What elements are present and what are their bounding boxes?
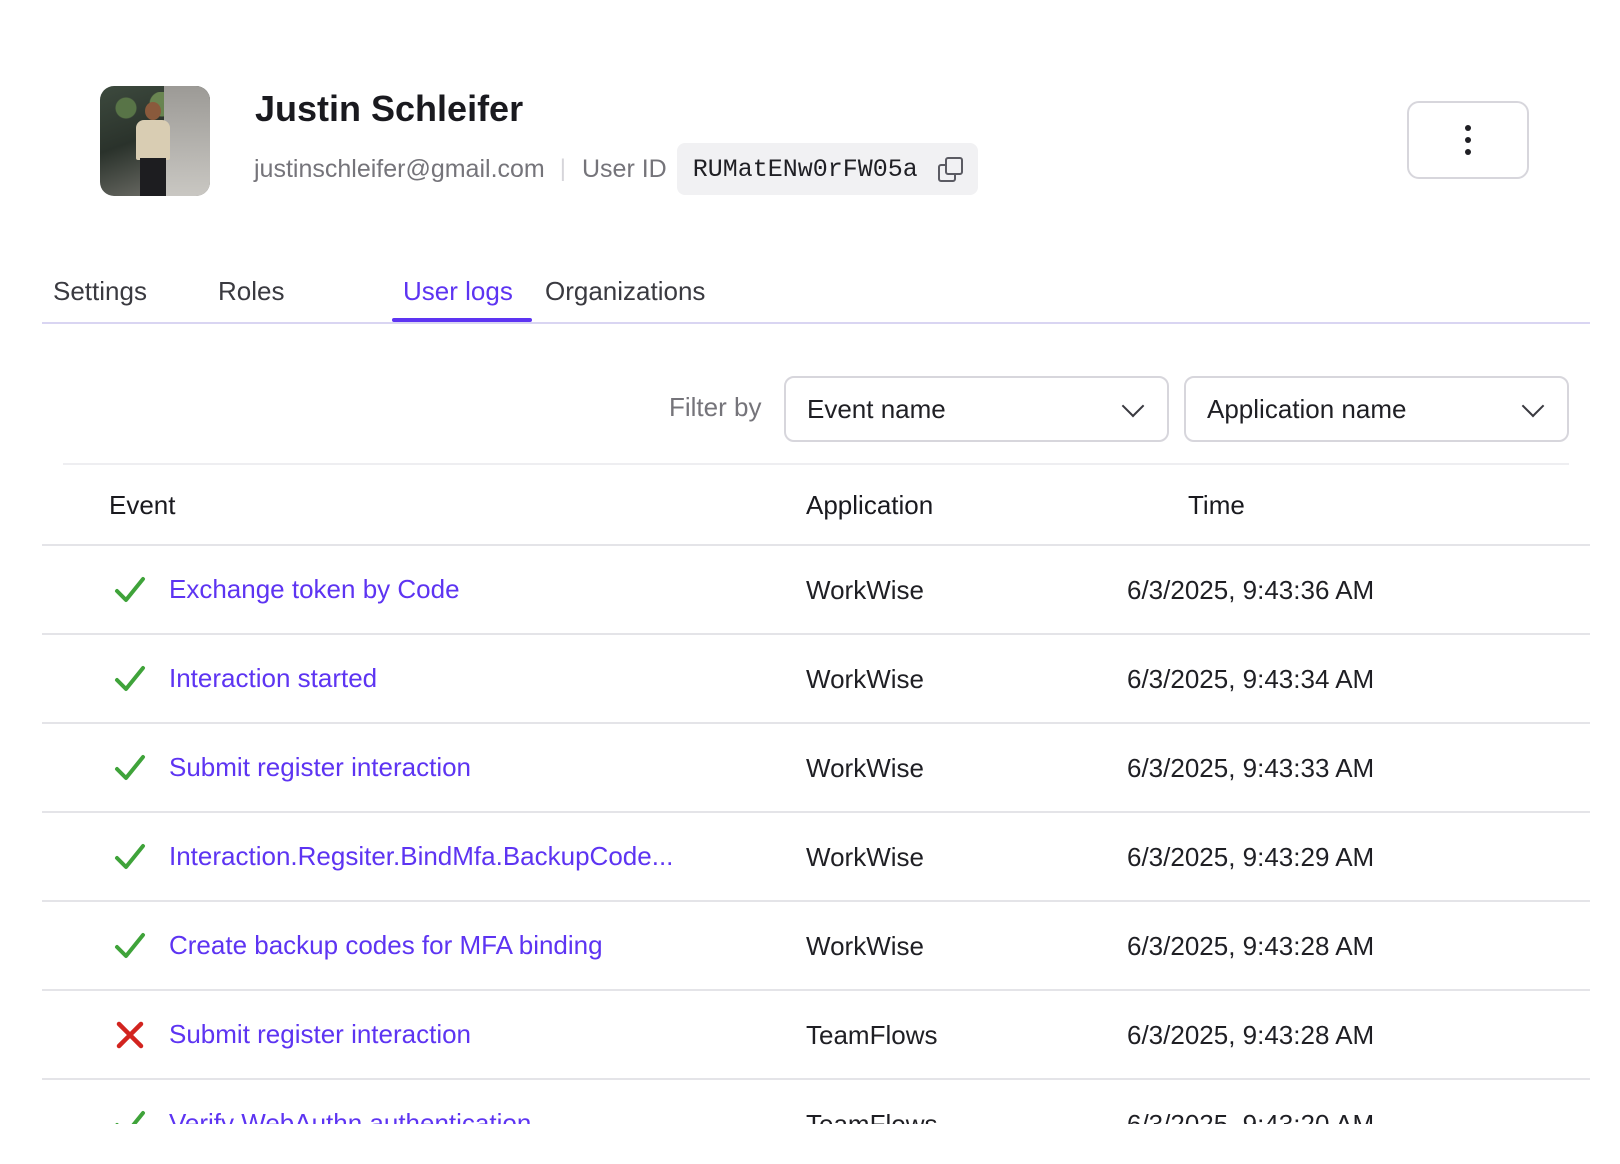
cross-icon: [116, 1021, 144, 1049]
filter-divider: [63, 463, 1569, 465]
avatar-wall: [164, 86, 210, 196]
tab-organizations[interactable]: Organizations: [545, 276, 705, 307]
column-header-application: Application: [806, 490, 934, 520]
table-row[interactable]: Verify WebAuthn authentication TeamFlows…: [42, 1078, 1590, 1124]
user-email: justinschleifer@gmail.com: [254, 154, 545, 183]
event-link[interactable]: Verify WebAuthn authentication: [169, 1108, 531, 1124]
tab-roles[interactable]: Roles: [218, 276, 284, 307]
application-cell: WorkWise: [806, 575, 924, 605]
check-icon: [115, 1111, 145, 1124]
filter-label: Filter by: [669, 392, 762, 422]
time-cell: 6/3/2025, 9:43:34 AM: [1127, 664, 1375, 694]
meta-separator: |: [559, 155, 566, 182]
copy-icon[interactable]: [937, 157, 963, 182]
avatar: [100, 86, 210, 196]
application-cell: WorkWise: [806, 931, 924, 961]
application-cell: WorkWise: [806, 753, 924, 783]
event-link[interactable]: Submit register interaction: [169, 752, 471, 783]
time-cell: 6/3/2025, 9:43:36 AM: [1127, 575, 1375, 605]
event-link[interactable]: Create backup codes for MFA binding: [169, 930, 603, 961]
avatar-figure-head: [145, 102, 161, 120]
application-name-select-value: Application name: [1207, 393, 1407, 424]
application-cell: TeamFlows: [806, 1109, 938, 1124]
time-cell: 6/3/2025, 9:43:29 AM: [1127, 842, 1375, 872]
more-vertical-icon: [1465, 125, 1471, 155]
time-cell: 6/3/2025, 9:43:28 AM: [1127, 1020, 1375, 1050]
tab-settings[interactable]: Settings: [53, 276, 147, 307]
check-icon: [115, 933, 145, 958]
application-cell: TeamFlows: [806, 1020, 938, 1050]
event-link[interactable]: Submit register interaction: [169, 1019, 471, 1050]
application-cell: WorkWise: [806, 664, 924, 694]
chevron-down-icon: [1521, 394, 1545, 418]
event-name-select-value: Event name: [807, 393, 946, 424]
user-id-value: RUMatENw0rFW05a: [692, 154, 918, 184]
table-row[interactable]: Interaction started WorkWise 6/3/2025, 9…: [42, 633, 1590, 724]
column-header-event: Event: [109, 490, 176, 520]
event-link[interactable]: Interaction started: [169, 663, 377, 694]
table-row[interactable]: Create backup codes for MFA binding Work…: [42, 900, 1590, 991]
time-cell: 6/3/2025, 9:43:33 AM: [1127, 753, 1375, 783]
logs-table: Exchange token by Code WorkWise 6/3/2025…: [42, 544, 1590, 1124]
user-name: Justin Schleifer: [255, 88, 524, 129]
application-cell: WorkWise: [806, 842, 924, 872]
application-name-select[interactable]: Application name: [1184, 376, 1569, 442]
check-icon: [115, 755, 145, 780]
table-row[interactable]: Submit register interaction TeamFlows 6/…: [42, 989, 1590, 1080]
avatar-figure-legs: [140, 158, 166, 196]
user-meta: justinschleifer@gmail.com | User ID RUMa…: [254, 142, 978, 196]
active-tab-indicator: [392, 318, 532, 322]
chevron-down-icon: [1121, 394, 1145, 418]
event-name-select[interactable]: Event name: [784, 376, 1169, 442]
time-cell: 6/3/2025, 9:43:28 AM: [1127, 931, 1375, 961]
avatar-figure-body: [136, 120, 170, 160]
column-header-time: Time: [1188, 490, 1245, 520]
user-id-chip: RUMatENw0rFW05a: [676, 143, 978, 195]
table-row[interactable]: Interaction.Regsiter.BindMfa.BackupCode.…: [42, 811, 1590, 902]
event-link[interactable]: Exchange token by Code: [169, 574, 460, 605]
time-cell: 6/3/2025, 9:43:20 AM: [1127, 1109, 1375, 1124]
user-id-label: User ID: [581, 154, 667, 183]
check-icon: [115, 577, 145, 602]
more-options-button[interactable]: [1407, 101, 1529, 179]
table-row[interactable]: Submit register interaction WorkWise 6/3…: [42, 722, 1590, 813]
tab-user-logs[interactable]: User logs: [403, 276, 513, 307]
check-icon: [115, 666, 145, 691]
event-link[interactable]: Interaction.Regsiter.BindMfa.BackupCode.…: [169, 841, 673, 872]
table-row[interactable]: Exchange token by Code WorkWise 6/3/2025…: [42, 544, 1590, 635]
tab-bar: Settings Roles User logs Organizations: [42, 268, 1590, 324]
check-icon: [115, 844, 145, 869]
